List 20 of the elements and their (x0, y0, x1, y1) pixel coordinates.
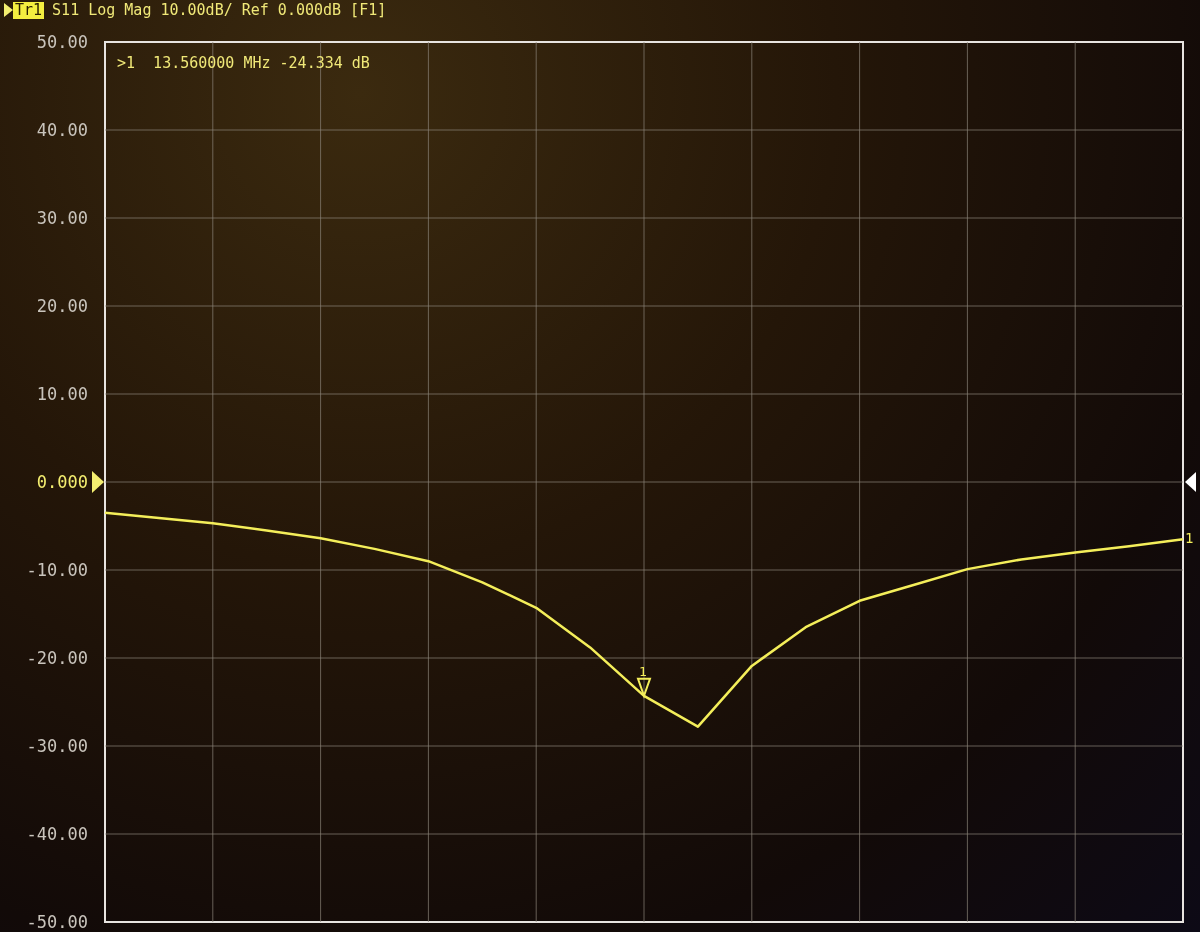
y-tick-label: -30.00 (26, 736, 88, 756)
marker-number: 1 (639, 663, 647, 679)
y-tick-label: 40.00 (36, 120, 88, 140)
trace-arrow-icon (4, 3, 13, 17)
trace-end-label: 1 (1185, 530, 1194, 547)
marker-triangle-icon (636, 677, 652, 699)
y-tick-label: -20.00 (26, 648, 88, 668)
y-tick-label: 30.00 (36, 208, 88, 228)
reference-arrow-icon (92, 471, 104, 493)
y-tick-label: 50.00 (36, 32, 88, 52)
trace-label[interactable]: Tr1 (13, 1, 45, 19)
y-tick-label: -40.00 (26, 824, 88, 844)
y-tick-label: 10.00 (36, 384, 88, 404)
y-tick-label: -50.00 (26, 912, 88, 932)
y-tick-label: 0.000 (36, 472, 88, 492)
reference-arrow-icon (1185, 472, 1196, 492)
y-tick-label: -10.00 (26, 560, 88, 580)
y-tick-label: 20.00 (36, 296, 88, 316)
trace-settings: S11 Log Mag 10.00dB/ Ref 0.000dB [F1] (52, 1, 387, 19)
marker-readout: >1 13.560000 MHz -24.334 dB (117, 54, 370, 72)
